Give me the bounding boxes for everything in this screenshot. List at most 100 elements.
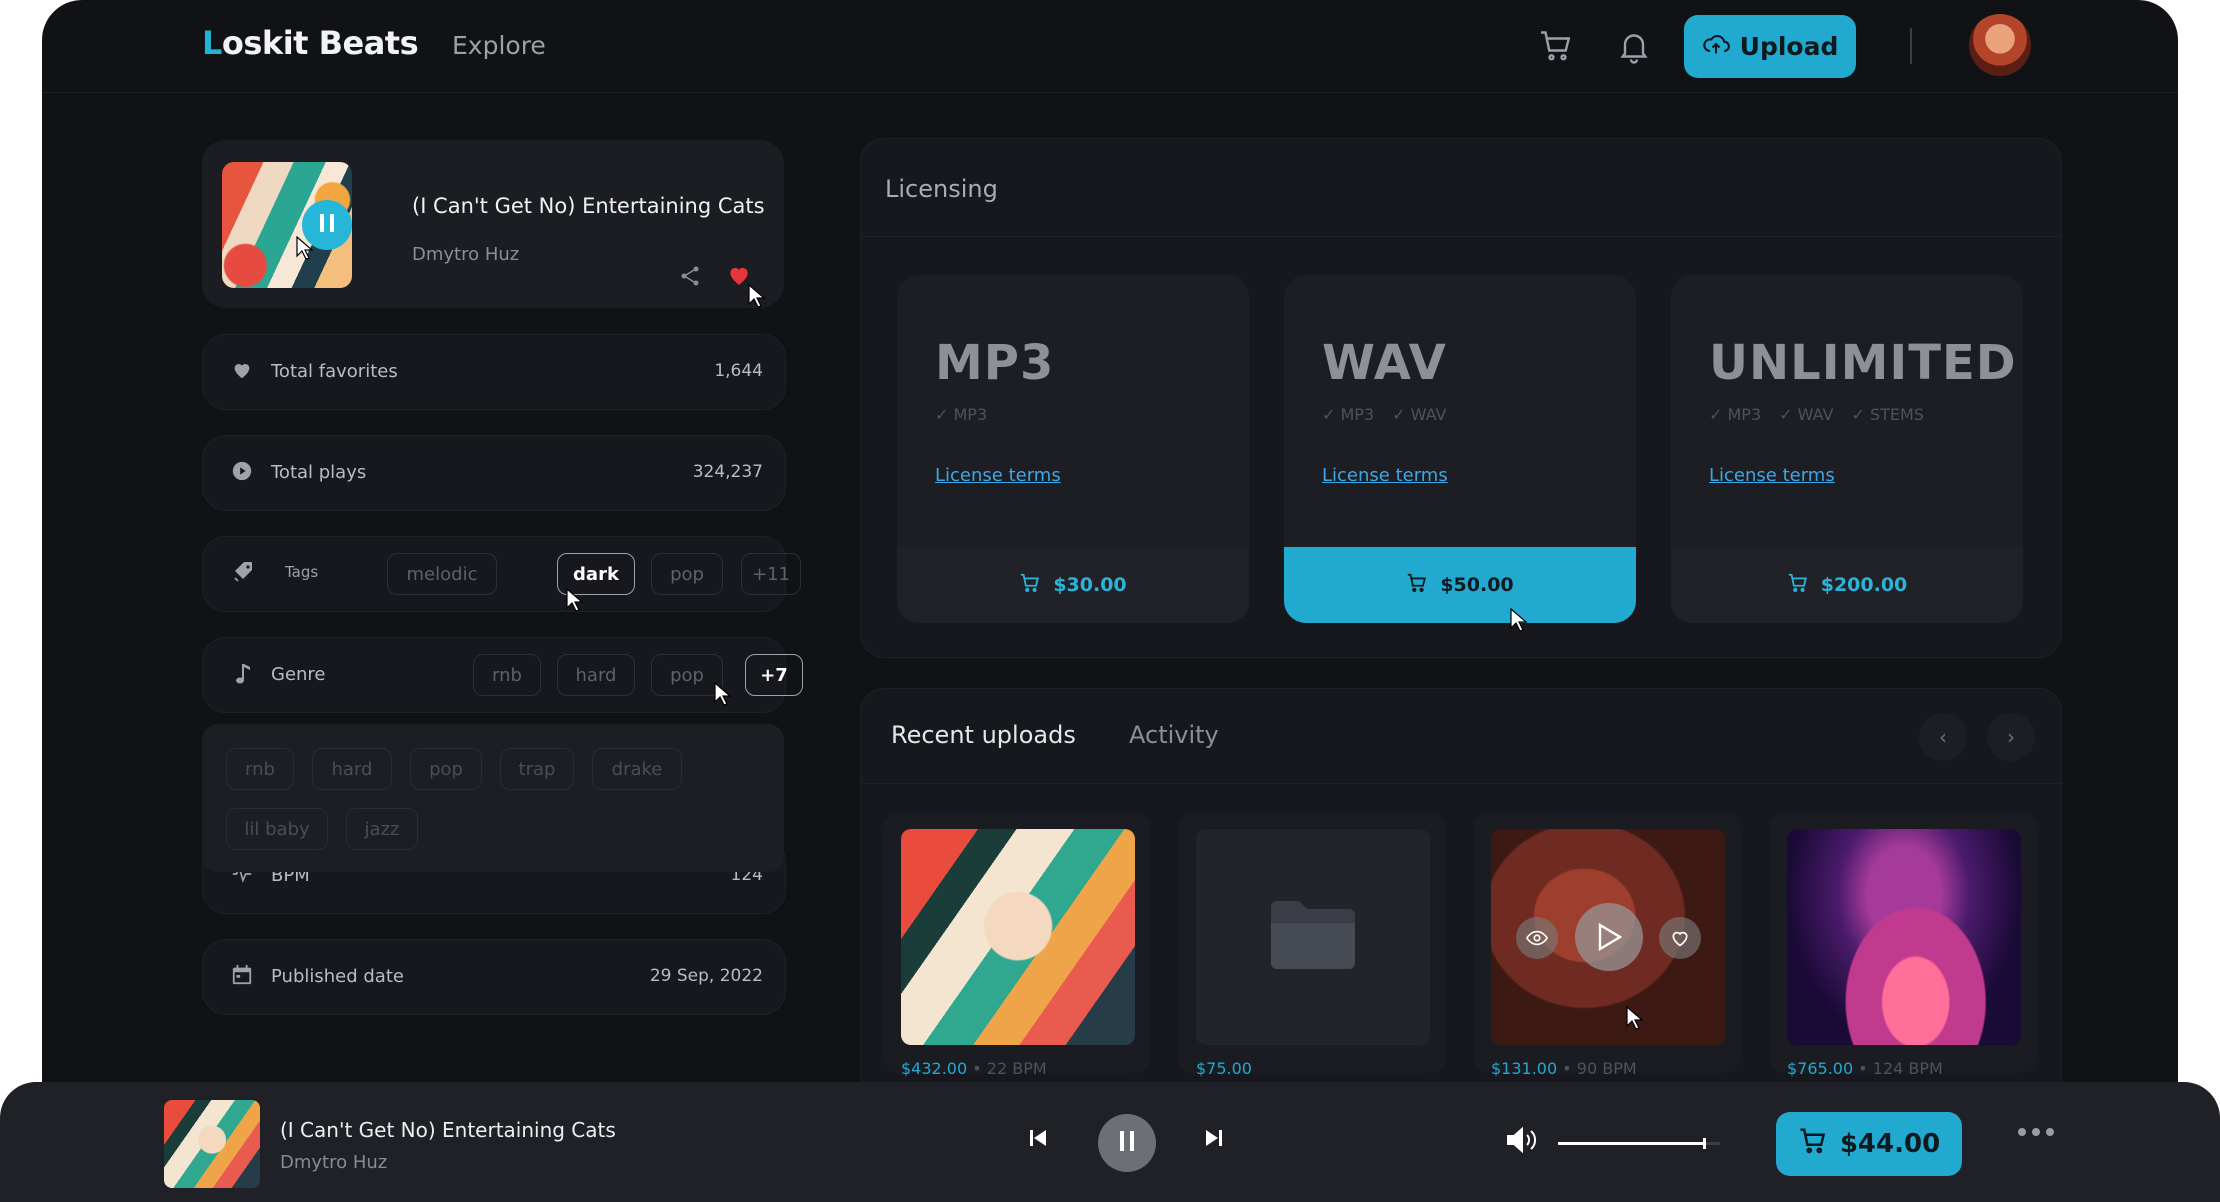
feature-item: ✓ WAV	[1392, 405, 1447, 424]
chevron-left-icon: ‹	[1939, 725, 1947, 749]
license-buy-button[interactable]: $30.00	[897, 547, 1249, 623]
genre-option[interactable]: rnb	[226, 748, 294, 790]
license-features: ✓ MP3 ✓ WAV ✓ STEMS	[1709, 405, 1924, 424]
license-terms-link[interactable]: License terms	[1322, 465, 1448, 486]
volume-handle[interactable]	[1702, 1138, 1706, 1149]
heart-outline-icon[interactable]	[1659, 917, 1701, 959]
license-terms-link[interactable]: License terms	[1709, 465, 1835, 486]
check-icon: ✓	[935, 405, 954, 424]
cursor-icon	[714, 681, 736, 710]
pause-icon	[1118, 1129, 1136, 1157]
upload-meta: $75.00	[1196, 1059, 1252, 1078]
genre-label: Genre	[271, 664, 326, 685]
upload-card[interactable]: $432.00 • 22 BPM	[883, 813, 1151, 1078]
prev-button[interactable]: ‹	[1919, 713, 1967, 761]
upload-price: $432.00	[901, 1059, 968, 1078]
license-card-wav[interactable]: WAV ✓ MP3 ✓ WAV License terms $50.00	[1284, 275, 1636, 623]
cart-icon	[1787, 572, 1809, 599]
tags-label: Tags	[285, 563, 319, 581]
license-name: WAV	[1322, 335, 1447, 391]
upload-button[interactable]: Upload	[1684, 15, 1856, 78]
feature-item: ✓ WAV	[1779, 405, 1834, 424]
volume-icon[interactable]	[1500, 1118, 1544, 1162]
upload-card[interactable]: $131.00 • 90 BPM	[1473, 813, 1741, 1078]
license-name: UNLIMITED	[1709, 335, 2017, 391]
app-window: Loskit Beats Explore Upload (I Can't Get…	[42, 0, 2178, 1202]
music-note-icon	[233, 662, 255, 684]
tab-recent-uploads[interactable]: Recent uploads	[891, 721, 1076, 749]
genre-option[interactable]: lil baby	[226, 808, 328, 850]
previous-track-button[interactable]	[1016, 1118, 1060, 1162]
tag-chip-pop[interactable]: pop	[651, 553, 723, 595]
genre-option[interactable]: jazz	[346, 808, 418, 850]
pause-icon	[317, 212, 337, 238]
license-buy-button[interactable]: $50.00	[1284, 547, 1636, 623]
tag-chip-melodic[interactable]: melodic	[387, 553, 497, 595]
player-price: $44.00	[1839, 1129, 1941, 1159]
tag-icon	[233, 561, 255, 583]
license-terms-link[interactable]: License terms	[935, 465, 1061, 486]
genre-chip-pop[interactable]: pop	[651, 654, 723, 696]
upload-bpm: 90 BPM	[1576, 1059, 1637, 1078]
more-options-icon[interactable]	[2018, 1128, 2054, 1136]
genre-chip-more[interactable]: +7	[745, 654, 803, 696]
license-price: $200.00	[1820, 574, 1908, 596]
eye-icon[interactable]	[1516, 917, 1558, 959]
cart-icon[interactable]	[1538, 28, 1574, 64]
bell-icon[interactable]	[1616, 28, 1652, 64]
feature-item: ✓ STEMS	[1851, 405, 1924, 424]
license-card-unlimited[interactable]: UNLIMITED ✓ MP3 ✓ WAV ✓ STEMS License te…	[1671, 275, 2023, 623]
heart-icon	[231, 359, 253, 381]
player-pause-button[interactable]	[1098, 1114, 1156, 1172]
bpm-separator: •	[1858, 1059, 1868, 1078]
next-button[interactable]: ›	[1987, 713, 2035, 761]
stat-value: 324,237	[692, 462, 763, 482]
genre-chip-hard[interactable]: hard	[557, 654, 635, 696]
stat-total-favorites: Total favorites 1,644	[202, 334, 786, 410]
upload-price: $75.00	[1196, 1059, 1252, 1078]
check-icon: ✓	[1779, 405, 1798, 424]
cursor-icon	[1510, 607, 1532, 636]
share-icon[interactable]	[678, 264, 702, 292]
license-price: $50.00	[1440, 574, 1514, 596]
track-artist[interactable]: Dmytro Huz	[412, 244, 519, 265]
check-icon: ✓	[1851, 405, 1870, 424]
genre-row: Genre rnb hard pop +7	[202, 637, 803, 713]
upload-card[interactable]: $765.00 • 124 BPM	[1769, 813, 2037, 1078]
genre-chip-rnb[interactable]: rnb	[473, 654, 541, 696]
tags-row: Tags melodic dark pop +11	[202, 536, 801, 612]
logo[interactable]: Loskit Beats	[202, 24, 419, 62]
genre-option[interactable]: hard	[312, 748, 392, 790]
genre-option[interactable]: drake	[592, 748, 682, 790]
upload-card[interactable]: $75.00	[1178, 813, 1446, 1078]
tag-chip-more[interactable]: +11	[741, 553, 801, 595]
upload-artwork	[1491, 829, 1725, 1045]
player-track-title: (I Can't Get No) Entertaining Cats	[280, 1118, 616, 1142]
play-icon[interactable]	[1575, 903, 1643, 971]
next-track-button[interactable]	[1192, 1118, 1236, 1162]
stat-value: 1,644	[714, 361, 763, 381]
nav-explore-link[interactable]: Explore	[452, 31, 546, 60]
license-features: ✓ MP3 ✓ WAV	[1322, 405, 1446, 424]
player-track-artist[interactable]: Dmytro Huz	[280, 1152, 387, 1173]
genre-option[interactable]: pop	[410, 748, 482, 790]
player-add-to-cart-button[interactable]: $44.00	[1776, 1112, 1962, 1176]
cart-icon	[1798, 1126, 1828, 1163]
player-artwork[interactable]	[164, 1100, 260, 1188]
feature-item: ✓ MP3	[1322, 405, 1375, 424]
folder-icon	[1267, 897, 1359, 977]
check-icon: ✓	[1322, 405, 1341, 424]
upload-price: $131.00	[1491, 1059, 1558, 1078]
volume-slider[interactable]	[1558, 1138, 1720, 1149]
tab-activity[interactable]: Activity	[1129, 721, 1219, 749]
licensing-panel: Licensing MP3 ✓ MP3 License terms $30.00…	[860, 138, 2062, 658]
divider	[861, 783, 2061, 784]
chevron-right-icon: ›	[2007, 725, 2015, 749]
player-bar: (I Can't Get No) Entertaining Cats Dmytr…	[0, 1082, 2220, 1202]
bpm-separator: •	[972, 1059, 982, 1078]
avatar[interactable]	[1969, 14, 2031, 76]
feature-item: ✓ MP3	[1709, 405, 1762, 424]
license-card-mp3[interactable]: MP3 ✓ MP3 License terms $30.00	[897, 275, 1249, 623]
license-buy-button[interactable]: $200.00	[1671, 547, 2023, 623]
genre-option[interactable]: trap	[500, 748, 574, 790]
